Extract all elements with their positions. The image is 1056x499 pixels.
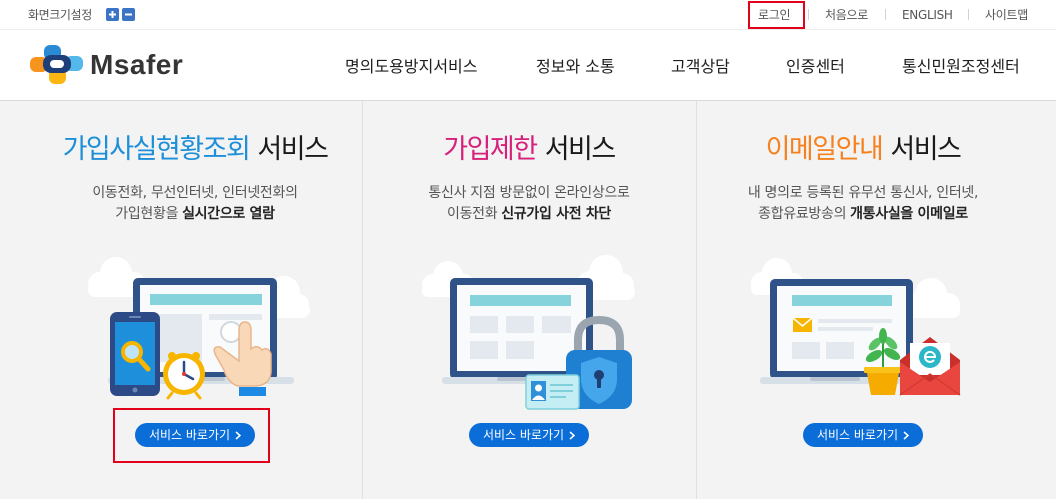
logo-link[interactable]: Msafer xyxy=(30,44,190,84)
login-link[interactable]: 로그인 xyxy=(758,7,791,23)
service-title: 가입제한 서비스 xyxy=(362,133,696,167)
service-card-subscription-status: 가입사실현황조회 서비스 이동전화, 무선인터넷, 인터넷전화의 가입현황을 실시간… xyxy=(28,101,362,499)
nav-item-information[interactable]: 정보와 소통 xyxy=(536,57,615,77)
description-text: 이동전화 xyxy=(446,206,498,222)
service-illustration xyxy=(88,257,310,400)
chevron-right-icon xyxy=(903,430,910,440)
service-title-highlight: 가입제한 xyxy=(443,134,538,165)
button-label: 서비스 바로가기 xyxy=(816,428,899,442)
description-line: 이동전화, 무선인터넷, 인터넷전화의 xyxy=(92,185,298,201)
description-line: 내 명의로 등록된 유무선 통신사, 인터넷, xyxy=(747,185,979,201)
home-link[interactable]: 처음으로 xyxy=(825,7,868,23)
service-title-suffix: 서비스 xyxy=(544,134,617,165)
service-title: 가입사실현황조회 서비스 xyxy=(28,133,362,167)
description-emphasis: 실시간으로 열람 xyxy=(182,206,275,222)
description-line: 가입현황을 실시간으로 열람 xyxy=(28,204,362,225)
description-line: 이동전화 신규가입 사전 차단 xyxy=(362,204,696,225)
service-description: 내 명의로 등록된 유무선 통신사, 인터넷, 종합유료방송의 개통사실을 이메일… xyxy=(696,183,1030,225)
minus-icon xyxy=(125,13,132,16)
button-label: 서비스 바로가기 xyxy=(482,428,565,442)
service-shortcut-button[interactable]: 서비스 바로가기 xyxy=(803,423,923,447)
button-label: 서비스 바로가기 xyxy=(148,428,231,442)
mail-icon xyxy=(792,317,813,332)
service-card-email-notice: 이메일안내 서비스 내 명의로 등록된 유무선 통신사, 인터넷, 종합유료방송의… xyxy=(696,101,1030,499)
service-title-highlight: 가입사실현황조회 xyxy=(62,134,251,165)
divider xyxy=(968,9,969,20)
logo-text: Msafer xyxy=(90,49,184,80)
nav-item-dispute-mediation[interactable]: 통신민원조정센터 xyxy=(902,57,1020,77)
utility-bar: 화면크기설정 로그인 처음으로 ENGLISH 사이트맵 xyxy=(0,0,1056,30)
service-title-suffix: 서비스 xyxy=(890,134,962,165)
description-emphasis: 신규가입 사전 차단 xyxy=(501,206,612,222)
description-text: 종합유료방송의 xyxy=(758,206,847,222)
service-section: 가입사실현황조회 서비스 이동전화, 무선인터넷, 인터넷전화의 가입현황을 실시간… xyxy=(0,101,1056,499)
page: 화면크기설정 로그인 처음으로 ENGLISH 사이트맵 Msafer 명의도용… xyxy=(0,0,1056,499)
english-link[interactable]: ENGLISH xyxy=(902,7,953,23)
zoom-in-button[interactable] xyxy=(106,8,119,21)
description-line: 종합유료방송의 개통사실을 이메일로 xyxy=(696,204,1030,225)
service-shortcut-button[interactable]: 서비스 바로가기 xyxy=(469,423,589,447)
divider xyxy=(808,9,809,20)
font-size-label: 화면크기설정 xyxy=(28,8,92,22)
service-title-highlight: 이메일안내 xyxy=(765,134,884,165)
id-card-icon xyxy=(525,374,580,410)
service-card-subscription-block: 가입제한 서비스 통신사 지점 방문없이 온라인상으로 이동전화 신규가입 사전 차… xyxy=(362,101,696,499)
clock-icon xyxy=(163,352,205,400)
chevron-right-icon xyxy=(235,430,242,440)
service-illustration xyxy=(422,255,635,410)
site-header: Msafer 명의도용방지서비스 정보와 소통 고객상담 인증센터 통신민원조정… xyxy=(0,30,1056,101)
service-shortcut-button[interactable]: 서비스 바로가기 xyxy=(135,423,255,447)
service-description: 이동전화, 무선인터넷, 인터넷전화의 가입현황을 실시간으로 열람 xyxy=(28,183,362,225)
description-emphasis: 개통사실을 이메일로 xyxy=(850,206,968,222)
divider xyxy=(885,9,886,20)
msafer-logo-icon xyxy=(30,45,83,84)
nav-item-customer-support[interactable]: 고객상담 xyxy=(671,57,730,77)
zoom-out-button[interactable] xyxy=(122,8,135,21)
nav-item-identity-theft-prevention[interactable]: 명의도용방지서비스 xyxy=(345,57,477,77)
chevron-right-icon xyxy=(569,430,576,440)
sitemap-link[interactable]: 사이트맵 xyxy=(985,7,1028,23)
nav-item-certification-center[interactable]: 인증센터 xyxy=(786,57,845,77)
service-title-suffix: 서비스 xyxy=(257,134,329,165)
plus-icon xyxy=(109,11,116,18)
service-title: 이메일안내 서비스 xyxy=(696,133,1030,167)
description-line: 통신사 지점 방문없이 온라인상으로 xyxy=(428,185,630,201)
description-text: 가입현황을 xyxy=(115,206,179,222)
service-illustration xyxy=(751,258,961,396)
service-description: 통신사 지점 방문없이 온라인상으로 이동전화 신규가입 사전 차단 xyxy=(362,183,696,225)
